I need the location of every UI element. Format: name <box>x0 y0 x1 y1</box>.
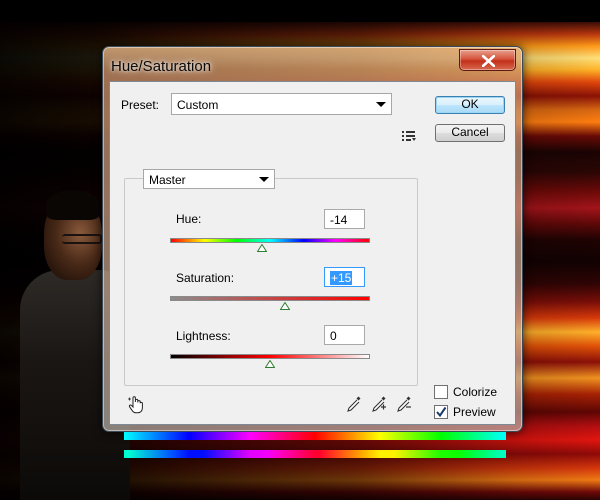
channel-value: Master <box>149 173 186 187</box>
checkmark-icon <box>436 406 447 418</box>
eyedropper-icon[interactable] <box>346 395 362 413</box>
hue-value: -14 <box>330 213 348 227</box>
hue-slider-track[interactable] <box>170 238 370 243</box>
eyedropper-plus-icon[interactable] <box>371 395 387 413</box>
background-top-band <box>0 0 600 22</box>
input-color-bar <box>124 432 506 440</box>
dialog-title: Hue/Saturation <box>111 58 212 75</box>
eyedropper-minus-icon[interactable] <box>396 395 412 413</box>
lightness-label: Lightness: <box>176 329 231 343</box>
ok-button[interactable]: OK <box>435 96 505 114</box>
channel-dropdown[interactable]: Master <box>143 169 275 189</box>
preset-value: Custom <box>177 98 219 112</box>
saturation-slider-track[interactable] <box>170 296 370 301</box>
saturation-value: +15 <box>330 271 353 285</box>
lightness-value: 0 <box>330 329 337 343</box>
hand-target-icon[interactable] <box>128 396 144 414</box>
saturation-label: Saturation: <box>176 271 235 285</box>
close-icon <box>482 55 495 67</box>
lightness-slider-track[interactable] <box>170 354 370 359</box>
person-glasses <box>62 234 102 244</box>
output-color-bar <box>124 450 506 458</box>
colorize-checkbox[interactable] <box>434 385 448 399</box>
lightness-slider-thumb[interactable] <box>265 360 275 368</box>
saturation-slider-thumb[interactable] <box>280 302 290 310</box>
preset-options-icon[interactable] <box>402 130 416 142</box>
chevron-down-icon <box>259 177 269 182</box>
preset-dropdown[interactable]: Custom <box>171 93 392 115</box>
preview-checkbox[interactable] <box>434 405 448 419</box>
cancel-button[interactable]: Cancel <box>435 124 505 142</box>
title-bar[interactable]: Hue/Saturation <box>103 47 522 81</box>
preview-label: Preview <box>453 405 496 419</box>
hue-label: Hue: <box>176 212 202 226</box>
chevron-down-icon <box>376 102 386 107</box>
hue-slider-thumb[interactable] <box>257 244 268 252</box>
hue-saturation-dialog: Hue/Saturation Preset: Custom OK Cancel … <box>102 46 523 458</box>
person-hair <box>46 190 100 220</box>
colorize-label: Colorize <box>453 385 498 399</box>
lightness-input[interactable]: 0 <box>324 325 365 345</box>
preset-label: Preset: <box>121 98 160 112</box>
close-button[interactable] <box>459 49 516 71</box>
saturation-input[interactable]: +15 <box>324 267 365 287</box>
hue-input[interactable]: -14 <box>324 209 365 229</box>
dialog-content: Preset: Custom OK Cancel Master Hue: -14 <box>109 81 516 458</box>
